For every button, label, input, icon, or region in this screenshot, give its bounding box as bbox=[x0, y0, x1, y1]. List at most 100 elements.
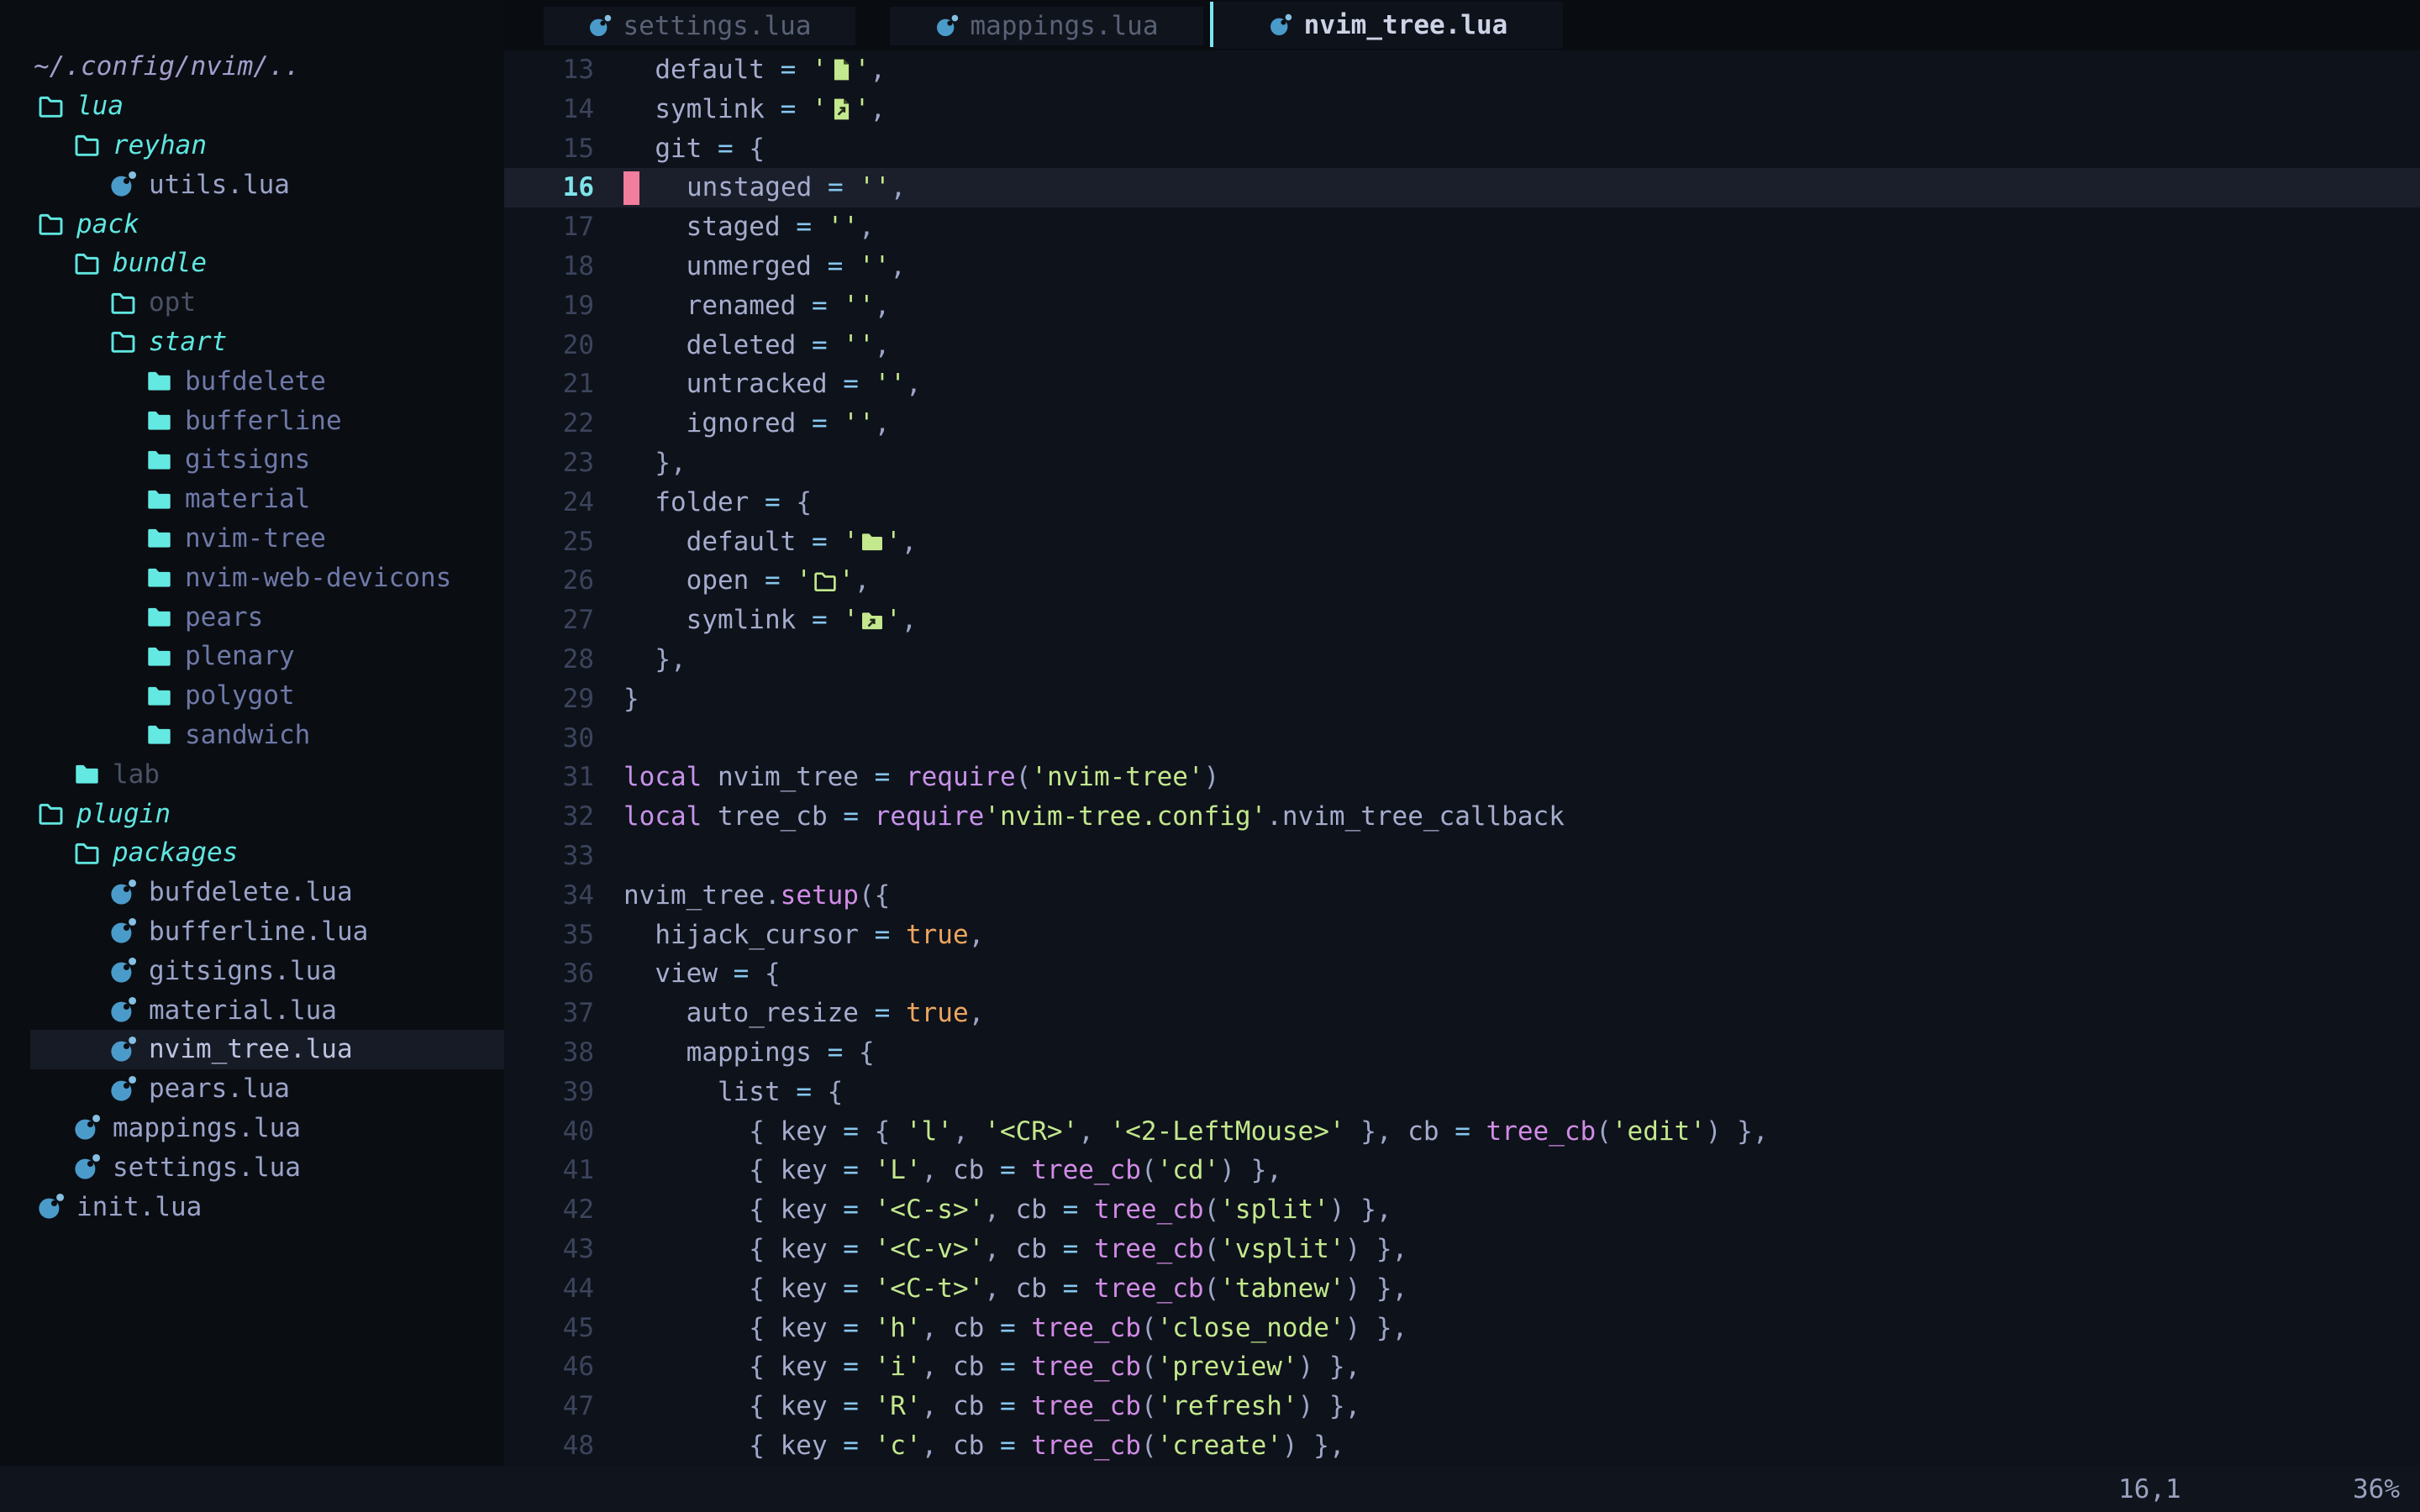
tree-item-bufdelete.lua[interactable]: bufdelete.lua bbox=[0, 873, 504, 912]
code-token: deleted bbox=[623, 326, 812, 365]
tree-item-plugin[interactable]: plugin bbox=[0, 794, 504, 833]
code-token: ' bbox=[812, 90, 828, 129]
code-line-30[interactable]: 30 bbox=[504, 719, 2420, 759]
code-line-47[interactable]: 47 { key = 'R', cb = tree_cb('refresh') … bbox=[504, 1387, 2420, 1426]
code-token: setup bbox=[781, 876, 859, 916]
tree-item-start[interactable]: start bbox=[0, 323, 504, 362]
tree-item-gitsigns[interactable]: gitsigns bbox=[0, 440, 504, 480]
code-line-33[interactable]: 33 bbox=[504, 837, 2420, 876]
code-line-22[interactable]: 22 ignored = '', bbox=[504, 404, 2420, 444]
tab-label: mappings.lua bbox=[971, 11, 1159, 41]
code-line-13[interactable]: 13 default = '', bbox=[504, 50, 2420, 90]
tab-mappings.lua[interactable]: mappings.lua bbox=[890, 7, 1203, 45]
code-line-25[interactable]: 25 default = '', bbox=[504, 522, 2420, 562]
tree-item-init.lua[interactable]: init.lua bbox=[0, 1187, 504, 1226]
lua-icon bbox=[935, 14, 959, 38]
code-line-37[interactable]: 37 auto_resize = true, bbox=[504, 994, 2420, 1033]
line-text: folder = { bbox=[623, 483, 812, 522]
tree-item-nvim_tree.lua[interactable]: nvim_tree.lua bbox=[0, 1030, 504, 1069]
code-line-48[interactable]: 48 { key = 'c', cb = tree_cb('create') }… bbox=[504, 1426, 2420, 1466]
code-line-36[interactable]: 36 view = { bbox=[504, 954, 2420, 994]
code-line-17[interactable]: 17 staged = '', bbox=[504, 207, 2420, 247]
code-line-29[interactable]: 29} bbox=[504, 680, 2420, 719]
code-token: cb bbox=[953, 1347, 1000, 1387]
code-line-40[interactable]: 40 { key = { 'l', '<CR>', '<2-LeftMouse>… bbox=[504, 1112, 2420, 1152]
code-token: ' bbox=[886, 601, 902, 640]
code-line-43[interactable]: 43 { key = '<C-v>', cb = tree_cb('vsplit… bbox=[504, 1230, 2420, 1269]
code-line-44[interactable]: 44 { key = '<C-t>', cb = tree_cb('tabnew… bbox=[504, 1269, 2420, 1309]
tree-item-pears.lua[interactable]: pears.lua bbox=[0, 1069, 504, 1109]
tree-item-material[interactable]: material bbox=[0, 480, 504, 519]
tree-item-label: bufdelete.lua bbox=[149, 877, 353, 907]
line-number: 44 bbox=[504, 1269, 594, 1309]
code-token: , bbox=[922, 1151, 953, 1190]
tree-item-pack[interactable]: pack bbox=[0, 204, 504, 244]
code-token: ( bbox=[1204, 1190, 1220, 1230]
code-token: '<CR>' bbox=[984, 1112, 1078, 1152]
tree-item-plenary[interactable]: plenary bbox=[0, 637, 504, 676]
tree-item-gitsigns.lua[interactable]: gitsigns.lua bbox=[0, 951, 504, 990]
code-token: = bbox=[1000, 1426, 1031, 1466]
tree-item-settings.lua[interactable]: settings.lua bbox=[0, 1147, 504, 1187]
code-line-23[interactable]: 23 }, bbox=[504, 444, 2420, 483]
tree-root-path[interactable]: ~/.config/nvim/.. bbox=[0, 47, 504, 87]
tree-item-lua[interactable]: lua bbox=[0, 87, 504, 126]
code-line-20[interactable]: 20 deleted = '', bbox=[504, 326, 2420, 365]
tree-item-polygot[interactable]: polygot bbox=[0, 676, 504, 716]
tree-item-nvim-tree[interactable]: nvim-tree bbox=[0, 519, 504, 559]
tree-item-mappings.lua[interactable]: mappings.lua bbox=[0, 1109, 504, 1148]
code-line-42[interactable]: 42 { key = '<C-s>', cb = tree_cb('split'… bbox=[504, 1190, 2420, 1230]
tree-item-packages[interactable]: packages bbox=[0, 833, 504, 873]
code-token: tree_cb bbox=[1486, 1112, 1597, 1152]
tree-item-reyhan[interactable]: reyhan bbox=[0, 126, 504, 165]
code-line-28[interactable]: 28 }, bbox=[504, 640, 2420, 680]
code-line-14[interactable]: 14 symlink = '', bbox=[504, 90, 2420, 129]
code-token: = bbox=[828, 1033, 859, 1073]
code-line-34[interactable]: 34nvim_tree.setup({ bbox=[504, 876, 2420, 916]
tab-nvim_tree.lua[interactable]: nvim_tree.lua bbox=[1213, 2, 1563, 49]
line-number: 22 bbox=[504, 404, 594, 444]
code-token: true bbox=[906, 916, 969, 955]
code-line-35[interactable]: 35 hijack_cursor = true, bbox=[504, 916, 2420, 955]
tree-item-material.lua[interactable]: material.lua bbox=[0, 990, 504, 1030]
code-token: = bbox=[843, 1426, 874, 1466]
code-line-32[interactable]: 32local tree_cb = require'nvim-tree.conf… bbox=[504, 797, 2420, 837]
tree-item-pears[interactable]: pears bbox=[0, 597, 504, 637]
code-token: = bbox=[843, 1112, 874, 1152]
tree-item-bufferline[interactable]: bufferline bbox=[0, 401, 504, 440]
folder-symlink-green-icon bbox=[860, 608, 885, 633]
code-token: , bbox=[891, 168, 907, 207]
tree-item-lab[interactable]: lab bbox=[0, 754, 504, 794]
code-line-18[interactable]: 18 unmerged = '', bbox=[504, 247, 2420, 286]
tab-settings.lua[interactable]: settings.lua bbox=[544, 7, 855, 45]
tree-item-bundle[interactable]: bundle bbox=[0, 244, 504, 283]
tree-item-utils.lua[interactable]: utils.lua bbox=[0, 165, 504, 204]
code-line-21[interactable]: 21 untracked = '', bbox=[504, 365, 2420, 404]
code-line-45[interactable]: 45 { key = 'h', cb = tree_cb('close_node… bbox=[504, 1309, 2420, 1348]
tree-item-sandwich[interactable]: sandwich bbox=[0, 716, 504, 755]
tree-item-opt[interactable]: opt bbox=[0, 283, 504, 323]
nvim-tree-sidebar[interactable]: ~/.config/nvim/.. luareyhanutils.luapack… bbox=[0, 0, 504, 1466]
line-number: 25 bbox=[504, 522, 594, 562]
code-line-27[interactable]: 27 symlink = '', bbox=[504, 601, 2420, 640]
code-line-15[interactable]: 15 git = { bbox=[504, 129, 2420, 169]
code-token: = bbox=[1000, 1387, 1031, 1426]
editor-code-area[interactable]: 13 default = '',14 symlink = '',15 git =… bbox=[504, 50, 2420, 1466]
code-line-26[interactable]: 26 open = '', bbox=[504, 561, 2420, 601]
code-line-41[interactable]: 41 { key = 'L', cb = tree_cb('cd') }, bbox=[504, 1151, 2420, 1190]
code-line-39[interactable]: 39 list = { bbox=[504, 1073, 2420, 1112]
code-token: ) }, bbox=[1345, 1269, 1408, 1309]
tree-item-bufdelete[interactable]: bufdelete bbox=[0, 361, 504, 401]
code-line-16[interactable]: 16 unstaged = '', bbox=[504, 168, 2420, 207]
tree-item-nvim-web-devicons[interactable]: nvim-web-devicons bbox=[0, 558, 504, 597]
code-line-38[interactable]: 38 mappings = { bbox=[504, 1033, 2420, 1073]
tree-item-bufferline.lua[interactable]: bufferline.lua bbox=[0, 912, 504, 952]
code-line-19[interactable]: 19 renamed = '', bbox=[504, 286, 2420, 326]
code-line-46[interactable]: 46 { key = 'i', cb = tree_cb('preview') … bbox=[504, 1347, 2420, 1387]
line-number: 15 bbox=[504, 129, 594, 169]
code-line-24[interactable]: 24 folder = { bbox=[504, 483, 2420, 522]
code-token: , bbox=[870, 50, 886, 90]
code-token: ' bbox=[843, 601, 859, 640]
folder-open-icon bbox=[35, 91, 66, 121]
code-line-31[interactable]: 31local nvim_tree = require('nvim-tree') bbox=[504, 758, 2420, 797]
